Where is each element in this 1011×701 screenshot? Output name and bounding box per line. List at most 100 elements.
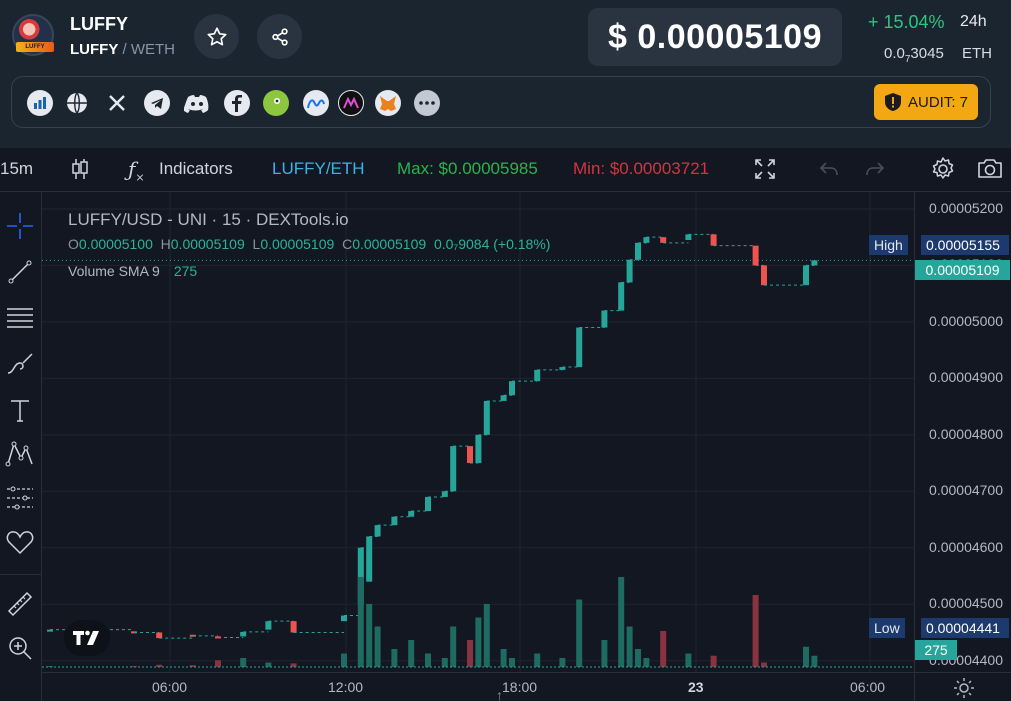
x-icon[interactable] (104, 90, 130, 116)
candle (534, 369, 541, 382)
price-tick-label: 0.00004900 (929, 369, 1003, 386)
text-icon (11, 400, 29, 422)
volume-bar (265, 662, 272, 667)
globe-icon[interactable] (64, 90, 90, 116)
metamask-icon[interactable] (375, 90, 401, 116)
candle (509, 381, 515, 396)
screenshot-button[interactable] (976, 156, 1004, 185)
price-eth: 0.073045 (884, 45, 944, 65)
candle (366, 536, 373, 582)
volume-bar (366, 604, 373, 667)
fullscreen-button[interactable] (753, 157, 777, 186)
mobula-icon[interactable] (338, 90, 364, 116)
indicators-label[interactable]: Indicators (159, 159, 233, 179)
interval-selector[interactable]: 15m (0, 159, 33, 179)
trend-line-icon (8, 260, 32, 284)
zoom-in-icon (9, 637, 32, 660)
candle (752, 245, 759, 266)
coingecko-icon[interactable] (263, 90, 289, 116)
gear-icon (932, 157, 954, 179)
eth-suffix: 3045 (910, 45, 944, 62)
candle-type-button[interactable] (70, 157, 90, 186)
pair-quote: WETH (130, 41, 176, 58)
scroll-marker-icon[interactable]: ↑ (496, 687, 503, 701)
price-tick-label: 0.00005000 (929, 312, 1003, 329)
candle (761, 265, 767, 286)
eth-label: ETH (962, 45, 992, 62)
token-header: LUFFY LUFFY LUFFY / WETH $ 0.00005109 + … (0, 0, 1011, 148)
telegram-icon[interactable] (144, 90, 170, 116)
undo-button[interactable] (818, 159, 840, 184)
chart-corner[interactable] (914, 672, 1011, 701)
favorite-button[interactable] (194, 14, 239, 59)
candle (811, 260, 818, 266)
tradingview-logo[interactable] (64, 620, 110, 656)
candle (441, 491, 448, 497)
indicators-button[interactable]: ƒ× (128, 157, 145, 184)
favorites-tool[interactable] (4, 526, 36, 558)
star-icon (206, 26, 227, 46)
volume-bar (374, 626, 381, 667)
candles-icon (72, 159, 88, 179)
price-scale[interactable]: 0.000052000.000051000.000050000.00004900… (869, 192, 1011, 672)
coinmarketcap-icon[interactable] (303, 90, 329, 116)
open-value: 0.00005100 (78, 236, 153, 252)
volume-bar (626, 626, 633, 667)
candle (341, 615, 347, 622)
candle (467, 446, 473, 464)
fullscreen-icon (755, 159, 775, 179)
fib-tool[interactable] (4, 302, 36, 334)
candle (425, 496, 431, 512)
facebook-icon[interactable] (224, 90, 250, 116)
volume-bar (710, 655, 717, 667)
discord-icon[interactable] (184, 90, 210, 116)
price-change: + 15.04% (868, 12, 945, 32)
share-button[interactable] (257, 14, 302, 59)
chart-toolbar: 15m ƒ× Indicators LUFFY/ETH Max: $0.0000… (0, 148, 1011, 192)
zoom-tool[interactable] (4, 632, 36, 664)
candle (391, 516, 398, 526)
volume-bar (425, 653, 431, 667)
volume-bar (215, 660, 221, 667)
price-chart[interactable]: LUFFY/USD - UNI · 15 · DEXTools.io O0.00… (42, 192, 914, 672)
volume-bar (576, 599, 583, 667)
trend-line-tool[interactable] (4, 256, 36, 288)
drawing-tools-panel: ‹ (0, 192, 49, 701)
volume-bar (685, 653, 692, 667)
pattern-tool[interactable] (4, 438, 36, 470)
time-scale[interactable]: 06:00 12:00 18:00 23 06:00 ↑ (42, 672, 914, 701)
candle (265, 621, 272, 630)
volume-bar (509, 658, 515, 667)
price-tick-label: 0.00005200 (929, 199, 1003, 216)
text-tool[interactable] (4, 394, 36, 426)
settings-button[interactable] (930, 156, 956, 187)
horizontal-lines-icon (7, 308, 33, 328)
time-tick: 06:00 (152, 679, 188, 695)
candle (156, 632, 163, 639)
fx-icon: ƒ× (128, 157, 145, 184)
candle (660, 237, 667, 243)
tradingview-icon (73, 630, 99, 645)
candle (483, 400, 490, 435)
pair-toggle[interactable]: LUFFY/ETH (272, 159, 365, 179)
max-price: Max: $0.00005985 (397, 159, 538, 178)
volume-bar (660, 631, 667, 667)
audit-button[interactable]: AUDIT: 7 (874, 84, 978, 120)
prediction-tool[interactable] (4, 482, 36, 514)
close-value: 0.00005109 (352, 236, 427, 252)
dextools-icon[interactable] (27, 90, 53, 116)
low-tag-label: Low (869, 618, 905, 638)
redo-button[interactable] (864, 159, 886, 184)
volume-legend: Volume SMA 9 275 (68, 263, 197, 279)
candle (240, 631, 247, 637)
candle (710, 234, 717, 246)
crosshair-tool[interactable] (4, 210, 36, 242)
crosshair-icon (7, 213, 33, 239)
volume-tag: 275 (915, 640, 957, 660)
price-tick-label: 0.00004600 (929, 538, 1003, 555)
more-icon[interactable] (414, 90, 440, 116)
volume-bar (601, 640, 608, 667)
candle (475, 434, 482, 464)
measure-tool[interactable] (4, 588, 36, 620)
brush-tool[interactable] (4, 348, 36, 380)
